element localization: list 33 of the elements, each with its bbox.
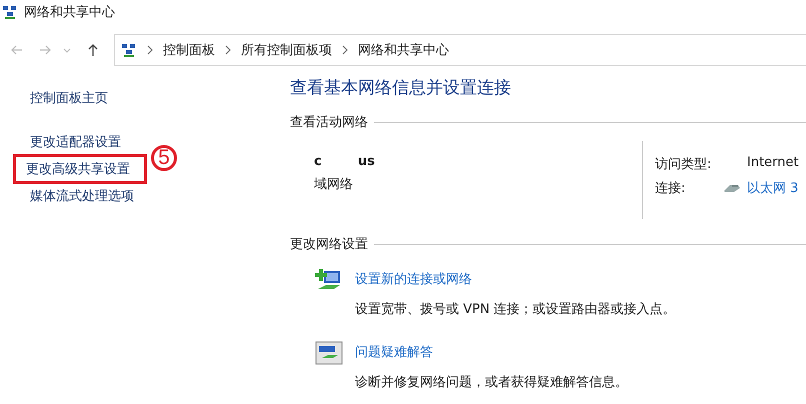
sidebar-link[interactable]: 更改适配器设置 bbox=[30, 130, 121, 152]
page-heading: 查看基本网络信息并设置连接 bbox=[290, 77, 512, 99]
forward-arrow-icon[interactable] bbox=[38, 43, 52, 57]
ethernet-cable-icon bbox=[723, 183, 741, 193]
detail-label: 连接: bbox=[655, 180, 686, 197]
sidebar-link[interactable]: 控制面板主页 bbox=[30, 86, 108, 108]
network-name: c us bbox=[314, 154, 375, 169]
chevron-icon bbox=[224, 45, 232, 55]
task-description: 诊断并修复网络问题，或者获得疑难解答信息。 bbox=[355, 374, 628, 391]
chevron-icon bbox=[341, 45, 349, 55]
section-title: 查看活动网络 bbox=[290, 114, 368, 131]
connection-link[interactable]: 以太网 3 bbox=[747, 179, 798, 197]
step-number-badge: 5 bbox=[151, 144, 177, 170]
detail-label: 访问类型: bbox=[655, 156, 712, 173]
task-description: 设置宽带、拨号或 VPN 连接；或设置路由器或接入点。 bbox=[355, 301, 676, 318]
task-link[interactable]: 设置新的连接或网络 bbox=[355, 270, 472, 288]
breadcrumb-item[interactable]: 控制面板 bbox=[163, 41, 215, 59]
troubleshoot-icon bbox=[314, 340, 344, 366]
chevron-icon bbox=[146, 45, 154, 55]
up-arrow-icon[interactable] bbox=[86, 43, 100, 57]
network-icon bbox=[121, 42, 137, 58]
section-title: 更改网络设置 bbox=[290, 236, 368, 253]
breadcrumb-item[interactable]: 所有控制面板项 bbox=[241, 41, 332, 59]
sidebar-link[interactable]: 更改高级共享设置 bbox=[13, 154, 147, 184]
window-title: 网络和共享中心 bbox=[24, 4, 115, 21]
breadcrumb-item[interactable]: 网络和共享中心 bbox=[358, 41, 449, 59]
network-type: 域网络 bbox=[314, 176, 353, 193]
detail-value: Internet bbox=[747, 155, 799, 172]
sidebar-link[interactable]: 媒体流式处理选项 bbox=[30, 184, 134, 206]
back-arrow-icon[interactable] bbox=[10, 43, 24, 57]
task-link[interactable]: 问题疑难解答 bbox=[355, 343, 433, 361]
address-bar[interactable]: 控制面板 所有控制面板项 网络和共享中心 bbox=[114, 34, 806, 66]
network-icon bbox=[2, 4, 18, 20]
